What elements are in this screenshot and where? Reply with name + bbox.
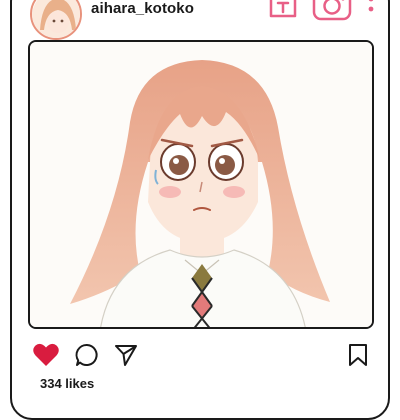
share-icon[interactable] bbox=[113, 342, 139, 373]
heart-icon[interactable] bbox=[32, 342, 60, 373]
username[interactable]: aihara_kotoko bbox=[91, 0, 194, 17]
more-options-icon[interactable] bbox=[366, 0, 376, 27]
post-illustration bbox=[30, 42, 372, 327]
comment-icon[interactable] bbox=[74, 342, 100, 373]
bookmark-icon[interactable] bbox=[346, 342, 370, 373]
likes-count[interactable]: 334 likes bbox=[40, 376, 94, 391]
camera-icon[interactable] bbox=[311, 0, 353, 27]
avatar-image bbox=[32, 0, 80, 38]
post-header: aihara_kotoko bbox=[0, 0, 400, 40]
igtv-icon[interactable] bbox=[268, 0, 298, 25]
post-image[interactable] bbox=[28, 40, 374, 329]
avatar[interactable] bbox=[30, 0, 82, 40]
